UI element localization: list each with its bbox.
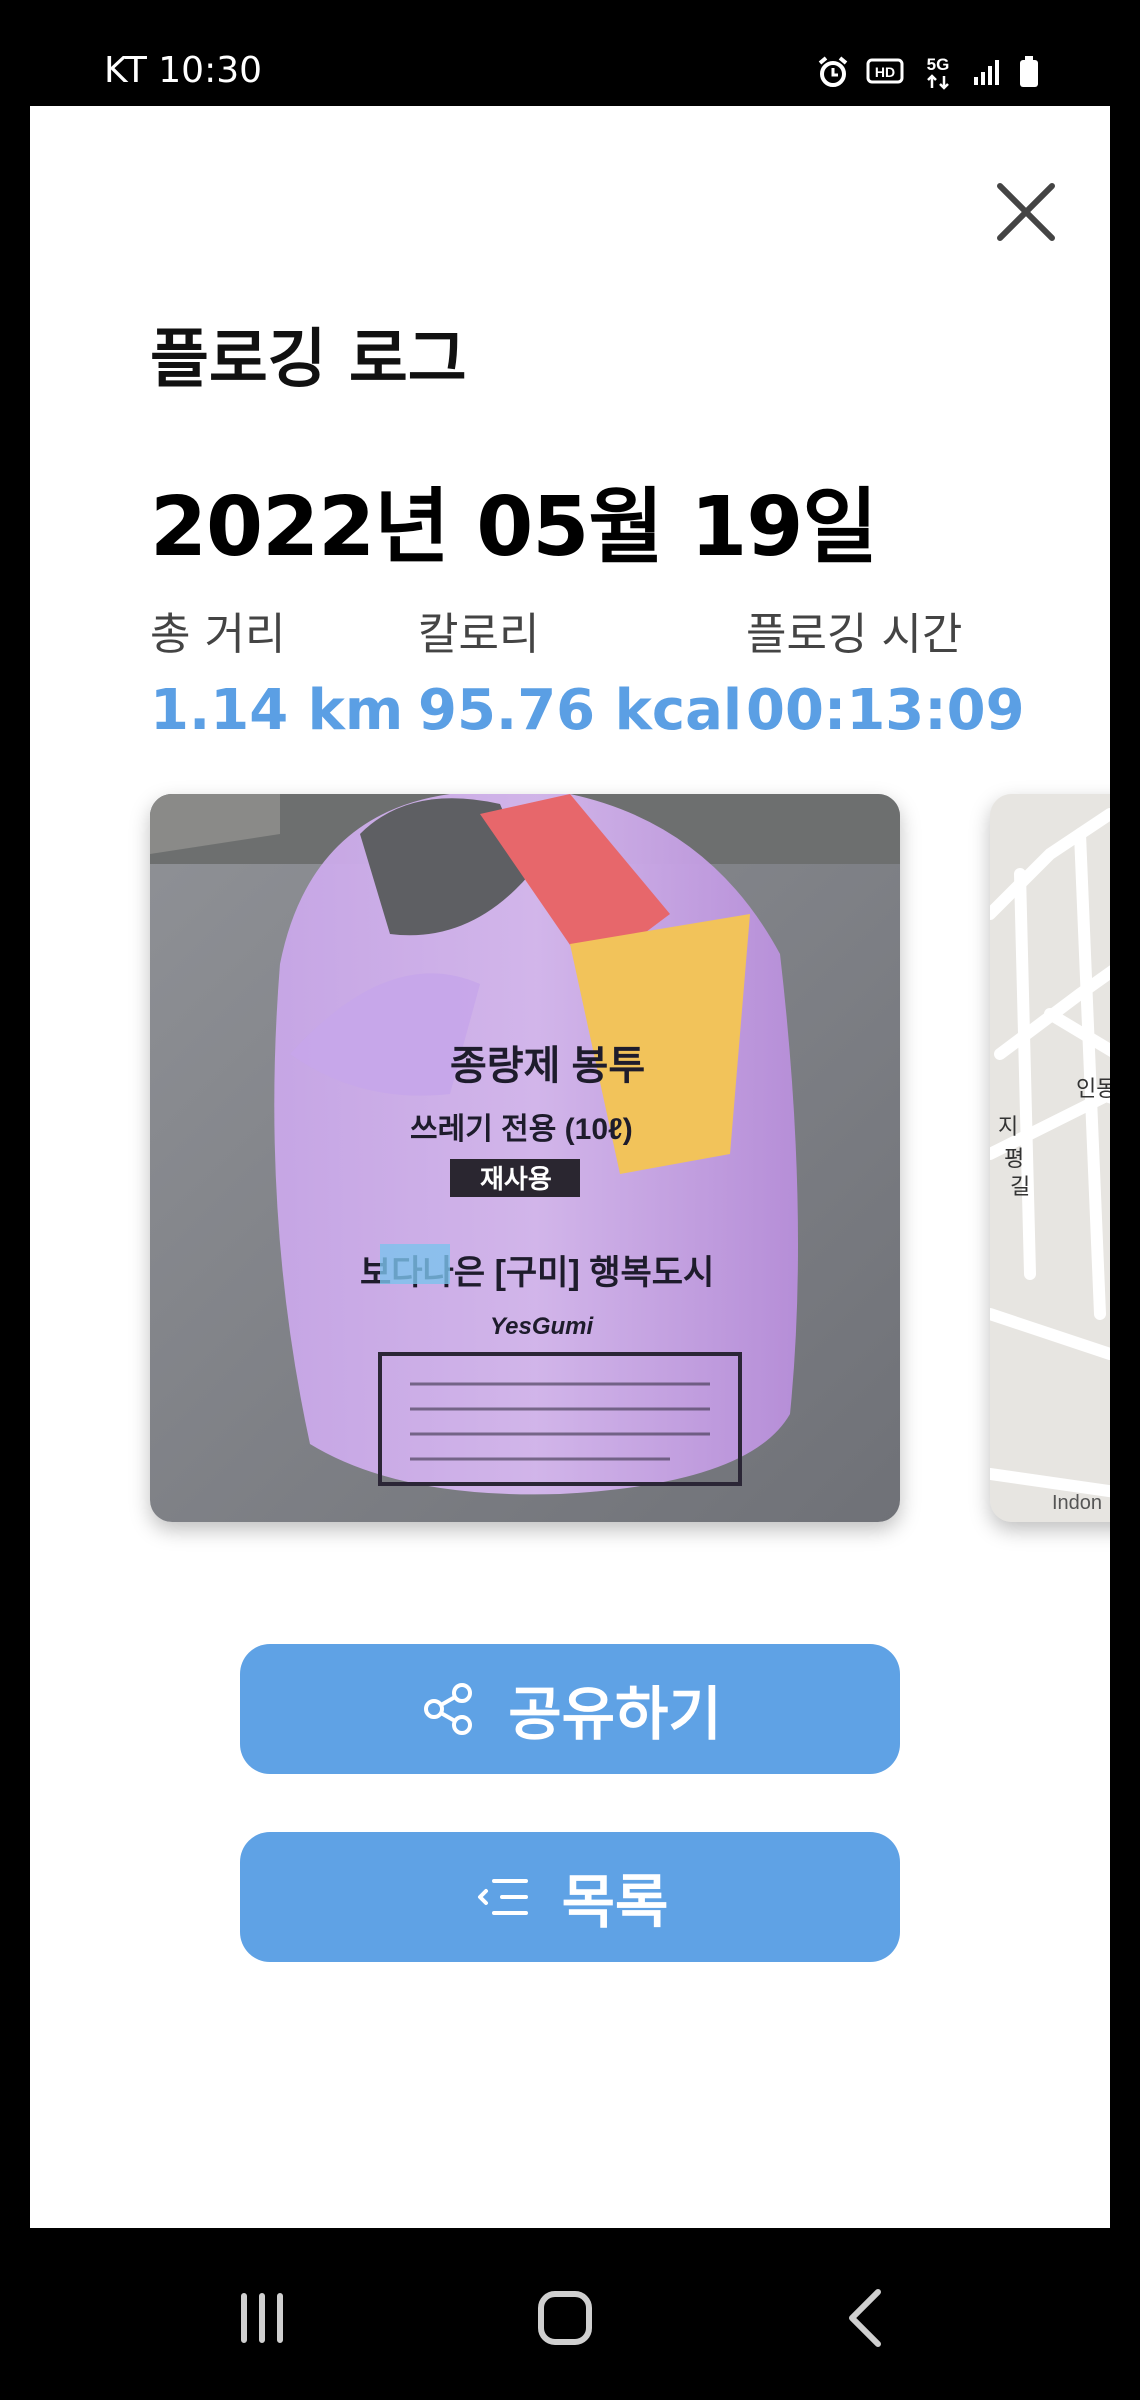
stat-duration: 플로깅 시간 00:13:09 — [746, 598, 1025, 743]
bag-text-5: YesGumi — [490, 1313, 594, 1340]
map-label-indon: Indon — [1052, 1492, 1102, 1514]
close-icon[interactable] — [986, 172, 1066, 252]
map-label-2: 평 — [1004, 1146, 1024, 1171]
svg-text:5G: 5G — [927, 55, 950, 74]
bag-text-2: 쓰레기 전용 (10ℓ) — [410, 1113, 633, 1146]
trash-bag-photo: 종량제 봉투 쓰레기 전용 (10ℓ) 재사용 보다나은 [구미] 행복도시 Y… — [150, 794, 900, 1522]
carousel-photo-card[interactable]: 종량제 봉투 쓰레기 전용 (10ℓ) 재사용 보다나은 [구미] 행복도시 Y… — [150, 794, 900, 1522]
stat-duration-value: 00:13:09 — [746, 678, 1025, 743]
plogging-log-screen: 플로깅 로그 2022년 05월 19일 총 거리 1.14 km 칼로리 95… — [30, 106, 1110, 2228]
status-bar: KT 10:30 HD 5G — [0, 0, 1140, 106]
route-map: 인동 지 평 길 Indon — [990, 794, 1110, 1522]
home-icon[interactable] — [525, 2278, 605, 2358]
battery-icon — [1020, 56, 1038, 87]
map-label-indong: 인동 — [1076, 1076, 1110, 1101]
status-carrier-time: KT 10:30 — [104, 50, 262, 91]
log-date: 2022년 05월 19일 — [150, 480, 878, 575]
carrier-label: KT — [104, 50, 147, 91]
hd-icon: HD — [866, 58, 904, 84]
stat-distance-value: 1.14 km — [150, 678, 404, 743]
bag-text-1: 종량제 봉투 — [450, 1044, 645, 1088]
list-button[interactable]: 목록 — [240, 1832, 900, 1962]
stat-calories-label: 칼로리 — [418, 609, 540, 660]
share-icon — [424, 1683, 473, 1735]
stat-distance: 총 거리 1.14 km — [150, 598, 403, 743]
stat-calories-value: 95.76 kcal — [418, 678, 743, 743]
alarm-icon — [818, 56, 848, 87]
recent-apps-icon[interactable] — [222, 2278, 302, 2358]
clock: 10:30 — [158, 50, 263, 91]
signal-icon — [974, 60, 999, 85]
back-icon[interactable] — [828, 2278, 908, 2358]
share-button-label: 공유하기 — [508, 1680, 722, 1748]
map-label-1: 지 — [998, 1114, 1018, 1139]
carousel-map-card[interactable]: 인동 지 평 길 Indon — [990, 794, 1110, 1522]
map-label-3: 길 — [1010, 1174, 1030, 1199]
svg-text:HD: HD — [875, 64, 895, 80]
stat-calories: 칼로리 95.76 kcal — [418, 598, 742, 743]
list-button-label: 목록 — [561, 1868, 669, 1936]
page-title: 플로깅 로그 — [150, 323, 467, 397]
share-button[interactable]: 공유하기 — [240, 1644, 900, 1774]
system-nav-bar — [0, 2228, 1140, 2400]
stat-distance-label: 총 거리 — [150, 609, 286, 660]
list-icon — [477, 1879, 528, 1915]
status-icons: HD 5G — [816, 54, 1040, 90]
5g-icon: 5G — [927, 55, 950, 90]
bag-text-3: 재사용 — [480, 1164, 552, 1194]
stat-duration-label: 플로깅 시간 — [746, 609, 963, 660]
